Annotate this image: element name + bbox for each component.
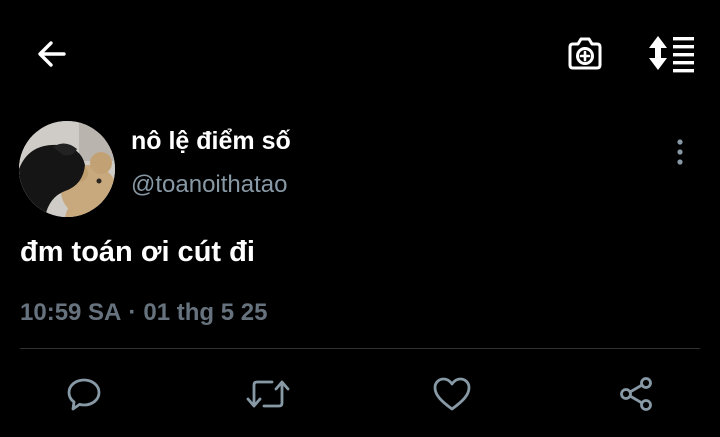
meta-separator: · xyxy=(128,299,137,326)
tweet-time: 10:59 SA xyxy=(20,299,122,326)
more-options-button[interactable] xyxy=(660,132,700,172)
avatar-photo xyxy=(19,121,115,217)
retweet-button[interactable] xyxy=(244,370,292,418)
author-display-name[interactable]: nô lệ điểm số xyxy=(131,127,291,156)
more-vertical-icon xyxy=(677,139,683,165)
tweet-date: 01 thg 5 25 xyxy=(143,299,268,326)
camera-button[interactable] xyxy=(560,30,610,78)
share-icon xyxy=(620,377,652,411)
avatar[interactable] xyxy=(19,121,115,217)
like-button[interactable] xyxy=(428,370,476,418)
arrow-left-icon xyxy=(38,41,66,67)
top-bar xyxy=(0,0,720,106)
divider xyxy=(20,348,700,349)
like-icon xyxy=(433,377,471,411)
tweet-text: đm toán ơi cút đi xyxy=(20,236,255,268)
author-handle[interactable]: @toanoithatao xyxy=(131,171,287,199)
camera-add-icon xyxy=(568,37,602,70)
sort-button[interactable] xyxy=(644,30,700,78)
tweet-meta: 10:59 SA · 01 thg 5 25 xyxy=(20,299,267,327)
sort-list-icon xyxy=(649,36,694,73)
share-button[interactable] xyxy=(612,370,660,418)
reply-button[interactable] xyxy=(60,370,108,418)
back-button[interactable] xyxy=(28,30,76,78)
retweet-icon xyxy=(246,380,290,408)
reply-icon xyxy=(67,378,101,411)
